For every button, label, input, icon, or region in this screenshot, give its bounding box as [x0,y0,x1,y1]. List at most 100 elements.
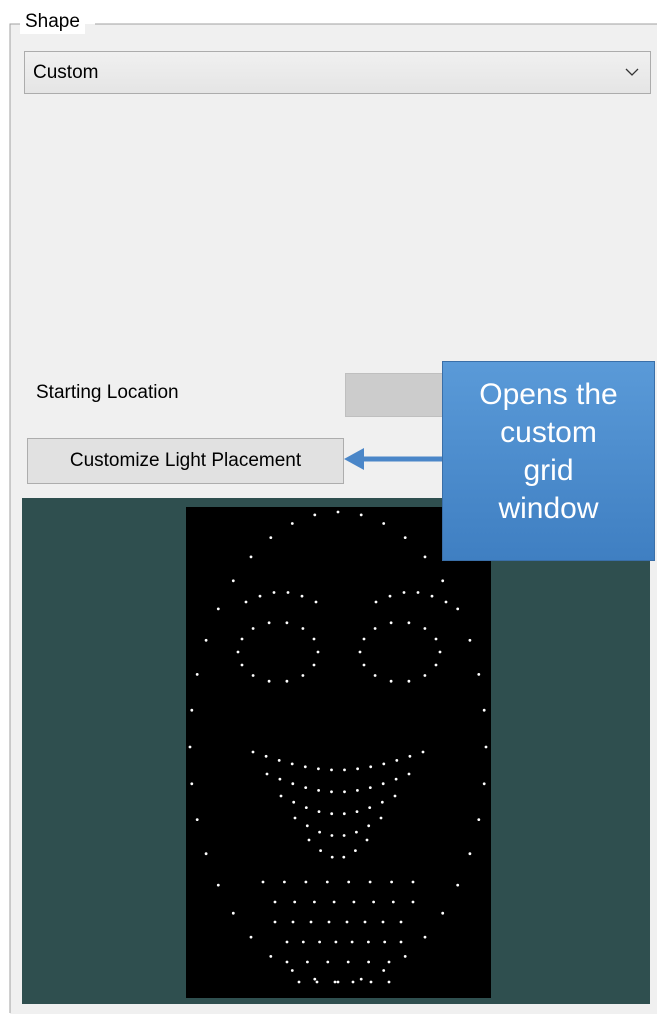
light-dot [373,674,377,677]
light-dot [434,637,438,641]
light-dot [292,800,296,804]
light-dot [236,650,240,654]
light-dot [482,708,486,712]
light-dot [269,955,273,958]
callout-line: Opens the [479,378,618,411]
light-dot [304,880,308,884]
light-dot [204,852,208,856]
light-dot [317,789,320,792]
light-dot [368,786,372,789]
light-dot [342,834,346,837]
light-dot [359,513,363,517]
light-dot [456,607,460,611]
light-dot [190,782,194,786]
light-dot [283,880,286,884]
light-dot [484,745,488,749]
light-dot [277,759,281,762]
light-dot [334,940,338,944]
starting-location-field[interactable] [345,373,455,417]
light-dot [290,522,294,525]
light-dot [336,510,340,514]
light-dot [265,772,269,776]
light-dot [315,980,319,984]
light-dot [290,969,294,972]
light-dot [273,900,277,904]
light-dot [388,594,392,598]
light-dot [313,900,316,904]
light-dot [204,638,208,642]
light-dot [355,830,358,834]
light-dot [269,536,273,539]
light-dot [356,789,359,792]
light-dot [291,920,295,924]
light-dot [301,627,305,630]
light-dot [285,960,289,964]
light-dot [251,750,255,754]
light-dot [305,824,309,828]
light-dot [421,750,425,754]
light-dot [325,880,329,884]
light-dot [336,980,340,984]
light-dot [312,663,316,667]
chevron-down-icon [625,68,639,76]
light-dot [411,880,415,884]
light-dot [407,679,411,683]
light-dot [309,920,313,924]
light-dot [369,765,373,769]
light-dot [367,960,370,964]
light-dot [355,810,359,813]
light-dot [195,818,199,821]
light-dot [408,754,412,758]
light-dot [387,980,391,984]
light-dot [390,880,393,884]
light-dot [416,591,420,594]
shape-dropdown[interactable]: Custom [24,51,651,94]
light-dot [441,911,445,915]
light-dot [394,777,398,781]
arrow-left-icon [344,448,444,470]
light-dot [354,849,357,852]
light-dot [380,800,384,804]
light-dot [240,663,244,667]
light-preview-canvas [186,507,491,998]
light-dot [347,880,351,884]
light-dot [391,900,395,904]
light-dot [301,940,305,944]
light-dot [303,765,307,769]
light-dot [434,663,438,667]
light-dot [362,637,366,641]
light-dot [285,621,289,625]
light-dot [407,621,411,625]
callout-box: Opens the custom grid window [442,361,655,561]
light-dot [367,824,371,828]
light-dot [342,855,346,859]
light-dot [249,935,253,939]
light-dot [441,579,445,583]
light-dot [363,920,367,924]
light-dot [393,794,397,798]
light-dot [383,940,387,944]
light-dot [362,663,366,667]
light-dot [240,637,244,641]
light-dot [285,940,289,944]
light-dot [350,940,354,944]
light-dot [333,980,337,984]
light-dot [356,767,359,771]
light-dot [343,790,346,794]
light-dot [403,955,407,958]
light-dot [216,883,220,887]
customize-light-placement-button[interactable]: Customize Light Placement [27,438,344,484]
light-dot [468,852,472,856]
light-dot [278,777,282,781]
light-dot [290,762,294,766]
light-dot [477,673,481,676]
light-dot [402,591,406,594]
light-dot [330,812,334,816]
light-dot [286,591,290,594]
light-dot [368,806,372,809]
callout-line: window [498,492,599,525]
light-dot [264,754,268,758]
light-dot [216,607,220,611]
light-dot [332,900,336,904]
light-dot [267,621,271,625]
